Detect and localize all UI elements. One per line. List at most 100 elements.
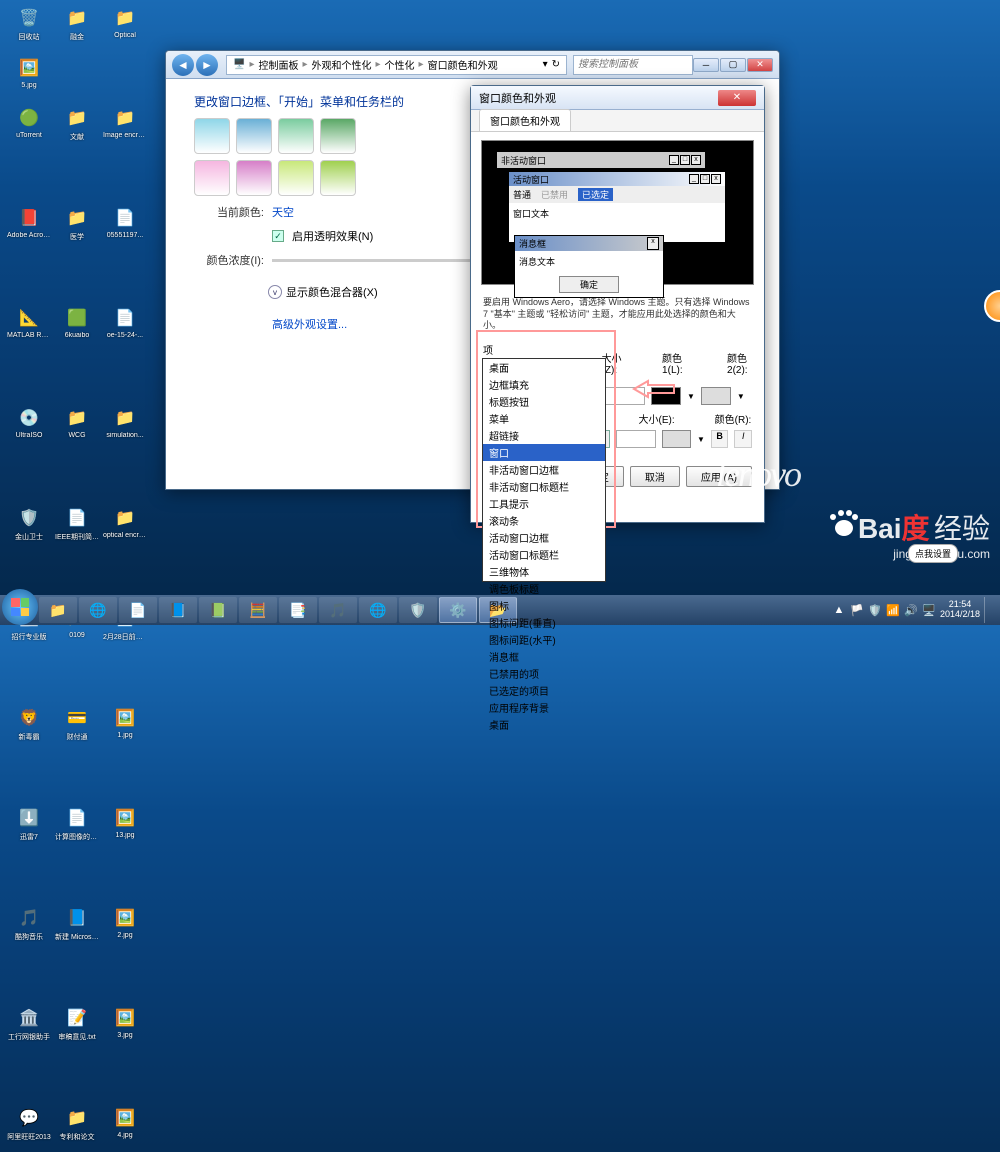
show-desktop-button[interactable] [984,597,992,623]
color2-picker[interactable] [701,387,731,405]
network-icon[interactable]: 📶 [886,603,900,617]
color-swatch[interactable] [194,160,230,196]
desktop-icon[interactable]: 💳财付通 [54,704,100,752]
chevron-down-icon[interactable]: v [268,285,282,299]
desktop-icon[interactable]: ⬇️迅雷7 [6,804,52,852]
desktop-icon[interactable]: 🖼️4.jpg [102,1104,148,1152]
maximize-button[interactable]: ▢ [720,58,746,72]
desktop-icon[interactable]: 🦁新毒霸 [6,704,52,752]
forward-button[interactable]: ► [196,54,218,76]
dropdown-option[interactable]: 图标间距(垂直) [483,614,605,631]
taskbar-item[interactable]: 🎵 [319,597,357,623]
taskbar-item[interactable]: 🧮 [239,597,277,623]
desktop-icon[interactable]: 📁WCG [54,404,100,452]
dropdown-option[interactable]: 窗口 [483,444,605,461]
dropdown-option[interactable]: 菜单 [483,410,605,427]
dropdown-option[interactable]: 工具提示 [483,495,605,512]
search-input[interactable] [573,55,693,75]
dropdown-option[interactable]: 图标间距(水平) [483,631,605,648]
desktop-icon[interactable]: 🖼️3.jpg [102,1004,148,1052]
dropdown-option[interactable]: 已选定的项目 [483,682,605,699]
font-size-input[interactable] [616,430,656,448]
desktop-icon[interactable]: 📁Image encryption [102,104,148,152]
desktop-icon[interactable]: 💿UltraISO [6,404,52,452]
dropdown-option[interactable]: 边框填充 [483,376,605,393]
desktop-icon[interactable]: 📐MATLAB R2009a [6,304,52,352]
transparency-checkbox[interactable]: ✓ [272,230,284,242]
dropdown-option[interactable]: 应用程序背景 [483,699,605,716]
color-swatch[interactable] [236,160,272,196]
desktop-icon[interactable]: 📝审稿意见.txt [54,1004,100,1052]
flag-icon[interactable]: 🏳️ [850,603,864,617]
desktop-icon[interactable]: 🗑️回收站 [6,4,52,52]
desktop-icon[interactable]: 📁融金 [54,4,100,52]
dropdown-option[interactable]: 活动窗口标题栏 [483,546,605,563]
desktop-icon[interactable]: 📄oe-15-24-... [102,304,148,352]
desktop-icon[interactable]: 📕Adobe Acrobat... [6,204,52,252]
back-button[interactable]: ◄ [172,54,194,76]
cancel-button[interactable]: 取消 [630,466,680,487]
taskbar-item[interactable]: 📑 [279,597,317,623]
desktop-icon[interactable]: 🏛️工行网银助手 [6,1004,52,1052]
dropdown-option[interactable]: 非活动窗口标题栏 [483,478,605,495]
dropdown-option[interactable]: 图标 [483,597,605,614]
desktop-icon[interactable]: 💬阿里旺旺2013 [6,1104,52,1152]
desktop-icon[interactable]: 🖼️1.jpg [102,704,148,752]
font-color-picker[interactable] [662,430,691,448]
desktop-icon[interactable]: 📘新建 Microsoft ... [54,904,100,952]
dropdown-option[interactable]: 消息框 [483,648,605,665]
desktop-icon[interactable]: 📁simulation... [102,404,148,452]
desktop-icon[interactable]: 🖼️13.jpg [102,804,148,852]
minimize-button[interactable]: ─ [693,58,719,72]
taskbar-item[interactable]: 📄 [119,597,157,623]
desktop-icon[interactable]: 📄计算图像的峰值信噪比PS... [54,804,100,852]
dropdown-option[interactable]: 超链接 [483,427,605,444]
desktop-icon[interactable]: 🟩6kuaibo [54,304,100,352]
color-swatch[interactable] [278,160,314,196]
dropdown-option[interactable]: 三维物体 [483,563,605,580]
close-button[interactable]: ✕ [718,90,756,106]
taskbar-item[interactable]: 📘 [159,597,197,623]
monitor-icon[interactable]: 🖥️ [922,603,936,617]
desktop-icon[interactable]: 📁专利和论文 [54,1104,100,1152]
color-swatch[interactable] [278,118,314,154]
dropdown-option[interactable]: 非活动窗口边框 [483,461,605,478]
volume-icon[interactable]: 🔊 [904,603,918,617]
desktop-icon[interactable]: 🛡️金山卫士 [6,504,52,552]
assistant-orb[interactable] [984,290,1000,322]
desktop-icon[interactable]: 📄IEEE期刊简写.pdf [54,504,100,552]
italic-button[interactable]: I [734,430,752,448]
taskbar-item[interactable]: 🛡️ [399,597,437,623]
color-swatch[interactable] [194,118,230,154]
taskbar-item[interactable]: 🌐 [359,597,397,623]
color-swatch[interactable] [320,118,356,154]
clock[interactable]: 21:542014/2/18 [940,600,980,620]
taskbar-item[interactable]: ⚙️ [439,597,477,623]
desktop-icon[interactable]: 📁文献 [54,104,100,152]
taskbar-item[interactable]: 📗 [199,597,237,623]
dropdown-option[interactable]: 桌面 [483,716,605,733]
dropdown-option[interactable]: 调色板标题 [483,580,605,597]
taskbar-item[interactable]: 🌐 [79,597,117,623]
bold-button[interactable]: B [711,430,729,448]
advanced-settings-link[interactable]: 高级外观设置... [272,316,347,332]
desktop-icon[interactable]: 📁医学 [54,204,100,252]
shield-icon[interactable]: 🛡️ [868,603,882,617]
tab-appearance[interactable]: 窗口颜色和外观 [479,109,571,131]
start-button[interactable] [2,589,38,625]
color-swatch[interactable] [236,118,272,154]
dropdown-option[interactable]: 活动窗口边框 [483,529,605,546]
item-dropdown[interactable]: 桌面边框填充标题按钮菜单超链接窗口非活动窗口边框非活动窗口标题栏工具提示滚动条活… [482,358,606,582]
desktop-icon[interactable]: 🎵酷狗音乐 [6,904,52,952]
breadcrumb[interactable]: 🖥️▸ 控制面板▸ 外观和个性化▸ 个性化▸ 窗口颜色和外观 ▾↻ [226,55,567,75]
desktop-icon[interactable]: 🖼️2.jpg [102,904,148,952]
system-tray[interactable]: ▲ 🏳️ 🛡️ 📶 🔊 🖥️ 21:542014/2/18 [832,597,998,623]
desktop-icon[interactable]: 📄05551197... [102,204,148,252]
desktop-icon[interactable]: 📁optical encryption [102,504,148,552]
dropdown-option[interactable]: 已禁用的项 [483,665,605,682]
tray-icon[interactable]: ▲ [832,603,846,617]
dropdown-option[interactable]: 滚动条 [483,512,605,529]
taskbar-item[interactable]: 📁 [39,597,77,623]
dropdown-option[interactable]: 桌面 [483,359,605,376]
desktop-icon[interactable]: 🖼️5.jpg [6,54,52,102]
